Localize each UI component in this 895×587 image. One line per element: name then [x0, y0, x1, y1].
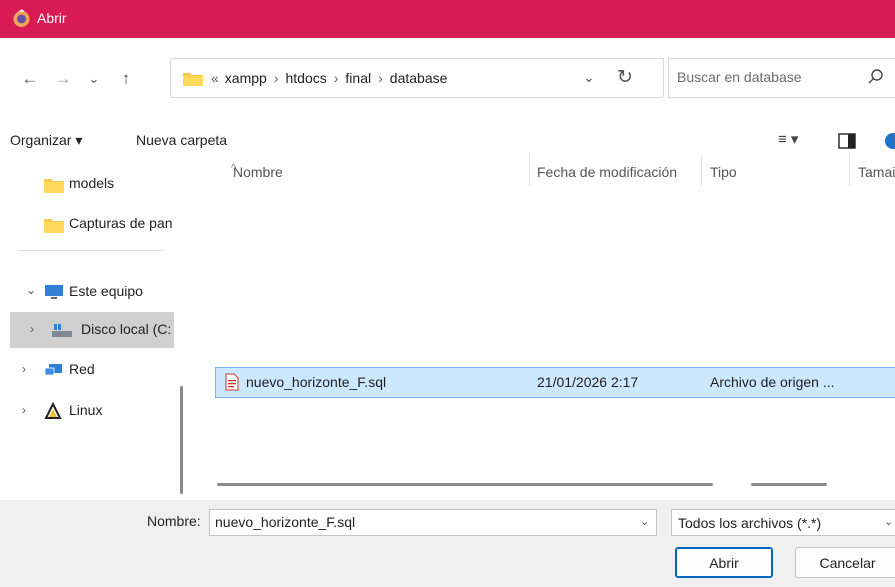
recent-locations-button[interactable]: ⌄: [82, 67, 106, 91]
linux-icon: [44, 402, 62, 419]
help-icon[interactable]: [884, 132, 895, 150]
column-header-date[interactable]: Fecha de modificación: [537, 164, 677, 180]
drive-icon: [52, 324, 72, 337]
file-name-input[interactable]: [215, 514, 625, 530]
search-icon: [868, 69, 883, 84]
sidebar-item-capturas[interactable]: Capturas de pan: [0, 206, 180, 242]
column-divider[interactable]: [529, 154, 530, 186]
sidebar-item-models[interactable]: models: [0, 166, 180, 202]
sidebar-item-disco-local[interactable]: › Disco local (C:: [10, 312, 174, 348]
file-name-label: Nombre:: [147, 513, 201, 529]
cancel-button[interactable]: Cancelar: [795, 547, 895, 578]
arrow-right-icon: →: [54, 69, 72, 88]
network-icon: [44, 364, 62, 376]
folder-icon: [183, 73, 203, 86]
preview-pane-icon[interactable]: [838, 133, 856, 149]
file-list: ^ Nombre Fecha de modificación Tipo Tama…: [203, 154, 895, 500]
sidebar-item-label: Disco local (C:: [81, 321, 172, 337]
arrow-up-icon: ↑: [121, 69, 131, 88]
sidebar-scrollbar[interactable]: [180, 386, 183, 494]
computer-icon: [45, 285, 63, 299]
breadcrumb-overflow[interactable]: «: [211, 70, 219, 86]
breadcrumb: « xampp › htdocs › final › database: [211, 70, 447, 86]
window-title: Abrir: [37, 10, 67, 26]
sidebar-item-label: Linux: [69, 402, 103, 418]
sidebar-item-label: Red: [69, 361, 95, 377]
new-folder-button[interactable]: Nueva carpeta: [136, 132, 227, 148]
breadcrumb-htdocs[interactable]: htdocs: [286, 70, 327, 86]
horizontal-scrollbar-track[interactable]: [751, 483, 827, 486]
back-button[interactable]: ←: [18, 67, 42, 91]
horizontal-scrollbar[interactable]: [217, 483, 713, 486]
sidebar-item-label: models: [69, 175, 115, 191]
chevron-down-icon[interactable]: ⌄: [640, 515, 649, 528]
search-input[interactable]: [677, 69, 847, 85]
file-date: 21/01/2026 2:17: [537, 374, 639, 390]
column-header-size[interactable]: Tamai: [858, 164, 895, 180]
sidebar-item-label: Este equipo: [69, 283, 143, 299]
divider: [18, 250, 164, 251]
column-header-name[interactable]: Nombre: [233, 164, 283, 180]
chevron-right-icon: ›: [333, 70, 339, 86]
sidebar-item-label: Capturas de pan: [69, 215, 173, 231]
chevron-right-icon: ›: [378, 70, 383, 86]
arrow-left-icon: ←: [21, 69, 39, 88]
organize-menu[interactable]: Organizar ▾: [10, 132, 82, 149]
column-divider[interactable]: [701, 154, 702, 186]
file-type: Archivo de origen ...: [710, 374, 835, 390]
forward-button[interactable]: →: [51, 67, 75, 91]
open-button[interactable]: Abrir: [675, 547, 773, 578]
up-button[interactable]: ↑: [114, 67, 138, 91]
address-bar[interactable]: « xampp › htdocs › final › database ⌄ ↻: [170, 58, 664, 98]
file-name: nuevo_horizonte_F.sql: [246, 374, 387, 390]
title-bar: Abrir: [0, 0, 895, 38]
breadcrumb-final[interactable]: final: [345, 70, 371, 86]
chevron-right-icon: ›: [273, 70, 279, 86]
folder-icon: [44, 179, 64, 193]
chevron-down-icon: ⌄: [884, 516, 894, 528]
folder-icon: [44, 219, 64, 233]
breadcrumb-database[interactable]: database: [390, 70, 448, 86]
chevron-right-icon[interactable]: ›: [22, 362, 26, 376]
sidebar-item-linux[interactable]: › Linux: [0, 393, 180, 429]
chevron-down-icon[interactable]: ⌄: [26, 283, 36, 297]
navigation-bar: ← → ⌄ ↑ « xampp › htdocs › final › datab…: [0, 38, 895, 118]
command-bar: Organizar ▾ Nueva carpeta ≡ ▾: [0, 118, 895, 164]
file-row-selected[interactable]: nuevo_horizonte_F.sql 21/01/2026 2:17 Ar…: [215, 367, 895, 398]
chevron-right-icon[interactable]: ›: [30, 322, 34, 336]
column-divider[interactable]: [849, 154, 850, 186]
file-name-field[interactable]: ⌄: [209, 509, 657, 536]
breadcrumb-xampp[interactable]: xampp: [225, 70, 267, 86]
navigation-pane: models Capturas de pan ⌄ Este equipo › D…: [0, 164, 190, 500]
sidebar-item-red[interactable]: › Red: [0, 352, 180, 388]
chevron-right-icon[interactable]: ›: [22, 403, 26, 417]
search-box[interactable]: [668, 58, 895, 98]
dialog-footer: Nombre: ⌄ Todos los archivos (*.*) ⌄ Abr…: [0, 500, 895, 587]
file-type-select[interactable]: Todos los archivos (*.*) ⌄: [671, 509, 895, 536]
refresh-icon[interactable]: ↻: [617, 66, 633, 89]
view-options-icon[interactable]: ≡ ▾: [778, 130, 798, 148]
sidebar-item-este-equipo[interactable]: ⌄ Este equipo: [0, 274, 180, 310]
sql-file-icon: [225, 373, 239, 391]
address-dropdown-icon[interactable]: ⌄: [583, 69, 595, 86]
chevron-down-icon: ⌄: [88, 71, 100, 86]
file-type-value: Todos los archivos (*.*): [678, 515, 822, 531]
column-header-type[interactable]: Tipo: [710, 164, 737, 180]
app-icon: [13, 9, 30, 27]
